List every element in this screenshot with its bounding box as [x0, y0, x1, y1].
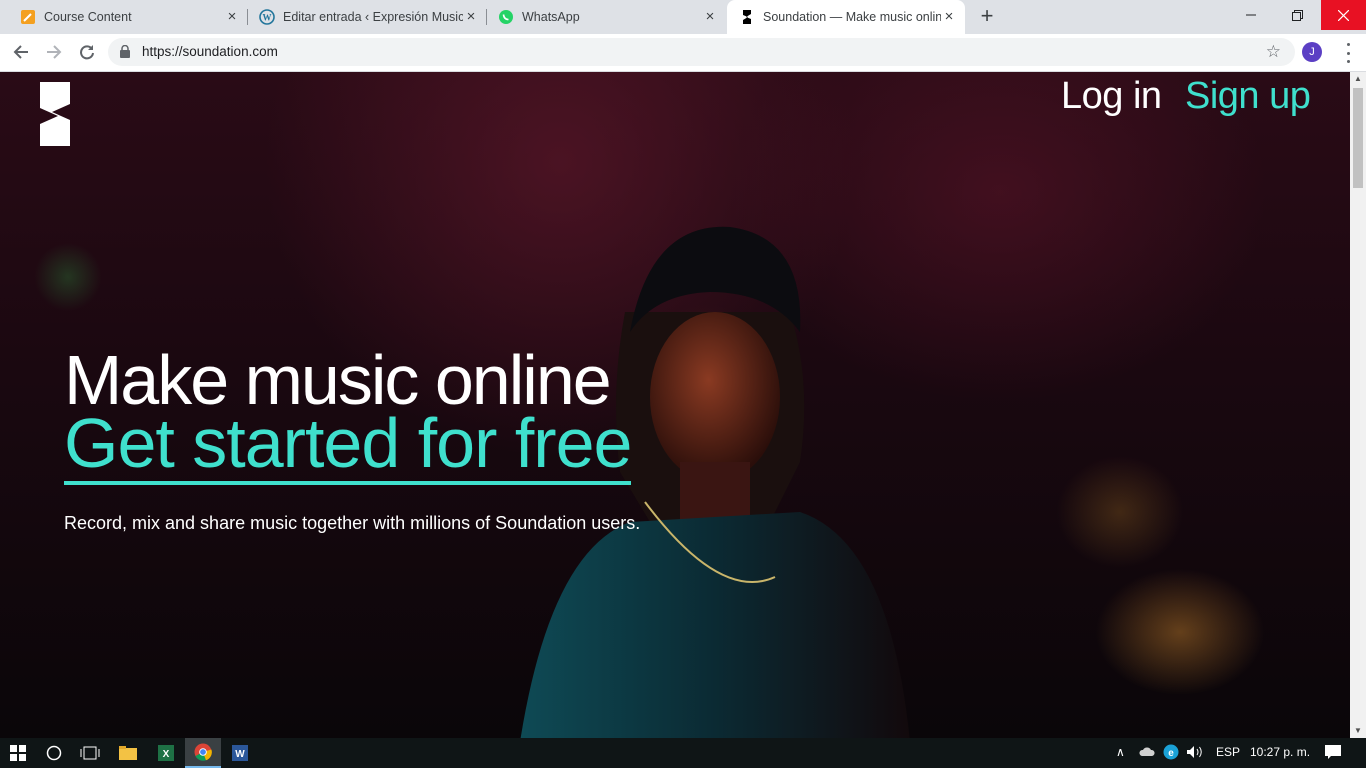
wordpress-icon: W	[259, 9, 275, 25]
clock[interactable]: 10:27 p. m.	[1250, 745, 1310, 759]
onedrive-cloud-icon[interactable]	[1139, 746, 1155, 760]
language-indicator[interactable]: ESP	[1216, 745, 1240, 759]
cortana-search-icon[interactable]	[36, 738, 72, 768]
close-tab-icon[interactable]: ×	[224, 9, 240, 25]
tab-soundation[interactable]: Soundation — Make music online ×	[727, 0, 965, 34]
browser-toolbar: https://soundation.com ☆ J	[0, 34, 1366, 72]
close-tab-icon[interactable]: ×	[941, 9, 957, 25]
browser-menu-icon[interactable]	[1340, 43, 1356, 63]
close-tab-icon[interactable]: ×	[463, 9, 479, 25]
new-tab-button[interactable]: +	[975, 5, 999, 29]
tray-app-icon[interactable]: e	[1163, 744, 1179, 763]
lock-icon[interactable]	[120, 44, 130, 63]
svg-text:W: W	[263, 13, 272, 23]
file-explorer-icon[interactable]	[110, 738, 146, 768]
scroll-up-arrow-icon[interactable]: ▲	[1350, 72, 1366, 86]
whatsapp-icon	[498, 9, 514, 25]
page-scrollbar[interactable]: ▲ ▼	[1350, 72, 1366, 738]
tab-title: WhatsApp	[522, 10, 580, 24]
reload-button[interactable]	[75, 40, 99, 64]
login-link[interactable]: Log in	[1061, 75, 1162, 118]
close-window-button[interactable]	[1321, 0, 1366, 30]
show-hidden-icons-icon[interactable]: ∧	[1116, 745, 1125, 759]
tab-title: Editar entrada ‹ Expresión Musical	[283, 10, 463, 24]
url-text: https://soundation.com	[142, 44, 278, 59]
chrome-icon[interactable]	[185, 738, 221, 768]
tab-whatsapp[interactable]: WhatsApp ×	[486, 0, 726, 34]
profile-avatar[interactable]: J	[1302, 42, 1322, 62]
browser-tab-strip: Course Content × W Editar entrada ‹ Expr…	[0, 0, 1366, 34]
restore-button[interactable]	[1274, 0, 1320, 30]
forward-button[interactable]	[42, 40, 66, 64]
back-button[interactable]	[9, 40, 33, 64]
windows-taskbar: X W ∧ e ESP 10:27 p. m.	[0, 738, 1366, 768]
minimize-button[interactable]	[1228, 0, 1274, 30]
windows-start-icon[interactable]	[0, 738, 36, 768]
soundation-hero: Log in Sign up Make music online Get sta…	[0, 72, 1350, 738]
soundation-logo[interactable]	[38, 82, 72, 146]
tab-title: Soundation — Make music online	[763, 10, 941, 24]
bookmark-star-icon[interactable]: ☆	[1266, 42, 1281, 62]
svg-text:e: e	[1168, 748, 1174, 759]
excel-icon[interactable]: X	[148, 738, 184, 768]
address-bar[interactable]: https://soundation.com ☆	[108, 38, 1295, 66]
word-icon[interactable]: W	[222, 738, 258, 768]
close-tab-icon[interactable]: ×	[702, 9, 718, 25]
pencil-icon	[20, 9, 36, 25]
scroll-down-arrow-icon[interactable]: ▼	[1350, 724, 1366, 738]
volume-icon[interactable]	[1186, 745, 1204, 762]
get-started-link[interactable]: Get started for free	[64, 405, 632, 485]
tab-wordpress[interactable]: W Editar entrada ‹ Expresión Musical ×	[247, 0, 487, 34]
scrollbar-thumb[interactable]	[1353, 88, 1363, 188]
soundation-icon	[739, 9, 755, 25]
tab-title: Course Content	[44, 10, 132, 24]
svg-text:W: W	[235, 749, 245, 760]
hero-subtitle: Record, mix and share music together wit…	[64, 513, 641, 533]
action-center-icon[interactable]	[1325, 745, 1341, 763]
task-view-icon[interactable]	[72, 738, 108, 768]
signup-link[interactable]: Sign up	[1185, 75, 1311, 118]
tab-course-content[interactable]: Course Content ×	[8, 0, 248, 34]
svg-text:X: X	[163, 749, 170, 760]
